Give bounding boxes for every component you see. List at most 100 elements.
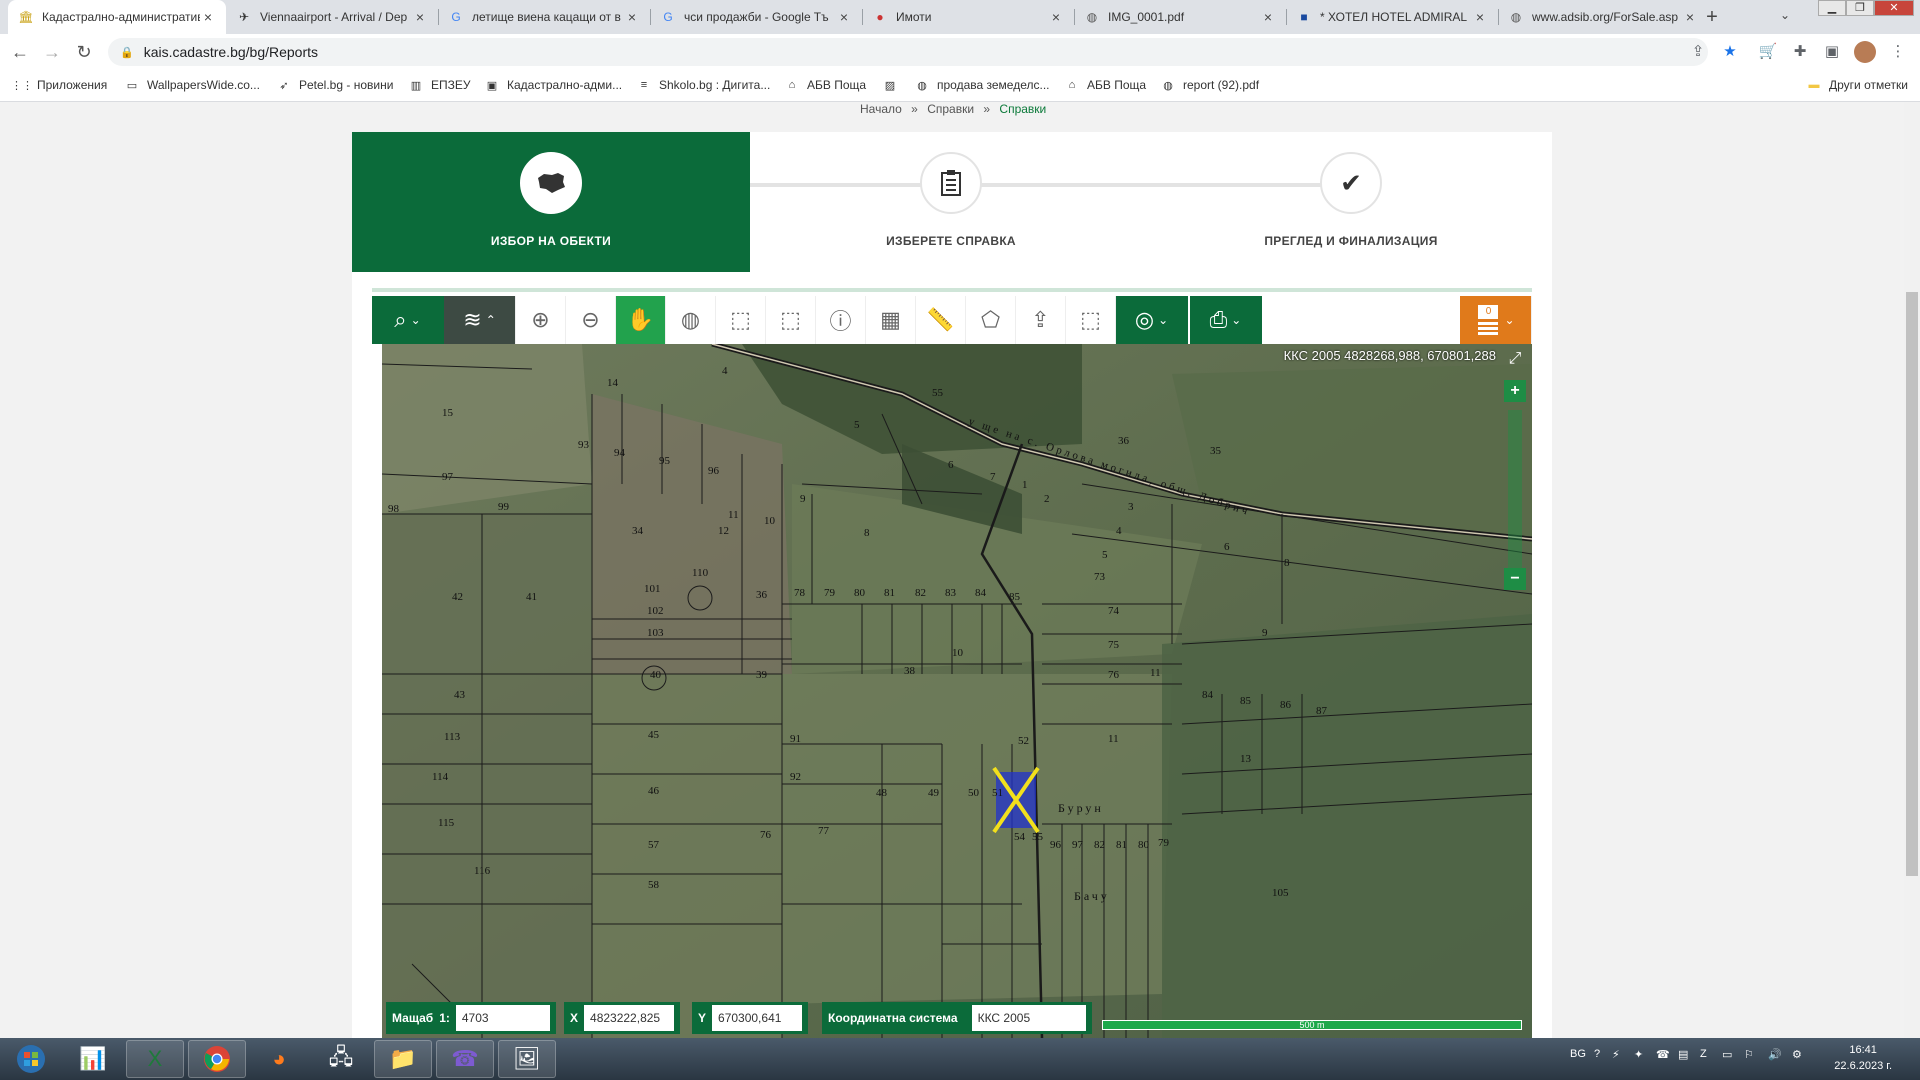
tab-close-icon[interactable]: × (412, 9, 428, 25)
tab-close-icon[interactable]: × (1682, 9, 1698, 25)
browser-tab[interactable]: ◍ www.adsib.org/ForSale.asp × (1498, 0, 1708, 34)
tab-close-icon[interactable]: × (1260, 9, 1276, 25)
excel-icon[interactable]: X (126, 1040, 184, 1078)
viber-icon[interactable]: ☎ (436, 1040, 494, 1078)
network-status-icon[interactable]: ⚐ (1744, 1048, 1754, 1061)
scrollbar-thumb[interactable] (1906, 292, 1918, 876)
photo-viewer-icon[interactable]: 🖼 (498, 1040, 556, 1078)
forward-button[interactable]: → (40, 40, 64, 64)
file-explorer-icon[interactable]: 📁 (374, 1040, 432, 1078)
tray-display-icon[interactable]: ▭ (1722, 1048, 1732, 1061)
info-tool[interactable]: ⓘ (816, 296, 866, 344)
browser-tab[interactable]: ■ * ХОТЕЛ HOTEL ADMIRAL × (1286, 0, 1498, 34)
firefox-icon[interactable]: ◕ (250, 1040, 308, 1078)
tab-close-icon[interactable]: × (200, 9, 216, 25)
tray-viber-icon[interactable]: ☎ (1656, 1048, 1670, 1061)
select-rectangle-tool[interactable]: ⬚ (716, 296, 766, 344)
map-canvas[interactable]: 15144555363593949596976712398 99911 10434 1… (382, 344, 1532, 1038)
bookmark-item[interactable]: ⋮⋮ Приложения (11, 77, 107, 93)
bookmark-item[interactable]: ▭ WallpapersWide.co... (124, 77, 260, 93)
bookmark-item[interactable]: ◍ report (92).pdf (1160, 77, 1259, 93)
back-button[interactable]: ← (8, 40, 32, 64)
parcel-table-tool[interactable]: ▦ (866, 296, 916, 344)
breadcrumb-reports[interactable]: Справки (927, 102, 974, 116)
step-label: ПРЕГЛЕД И ФИНАЛИЗАЦИЯ (1264, 234, 1438, 248)
select-area-tool[interactable]: ⬚ (1066, 296, 1116, 344)
close-window-button[interactable]: ✕ (1874, 0, 1914, 16)
bookmark-item[interactable]: ➶ Petel.bg - новини (276, 77, 393, 93)
cadastral-map[interactable]: 15 14 4 55 5 36 35 93 94 95 96 97 6 7 1 2 3 98 99 9 11 10 4 34 1… (382, 344, 1532, 1038)
share-icon[interactable]: ⇪ (1688, 42, 1708, 62)
layers-tool[interactable]: ≋ ⌃ (444, 296, 516, 344)
tray-usb-icon[interactable]: ⚡ (1612, 1048, 1620, 1061)
tray-app-icon[interactable]: ✦ (1634, 1048, 1643, 1061)
reload-button[interactable]: ↻ (72, 40, 96, 64)
other-bookmarks[interactable]: ▬ Други отметки (1806, 77, 1908, 93)
side-panel-icon[interactable]: ▣ (1822, 42, 1842, 62)
browser-tab[interactable]: 🏛 Кадастрално-административ × (8, 0, 226, 34)
checkmark-icon[interactable]: ✔ (1320, 152, 1382, 214)
address-bar[interactable]: 🔒 kais.cadastre.bg/bg/Reports (108, 38, 1708, 66)
start-button[interactable] (2, 1040, 60, 1078)
upload-tool[interactable]: ⇪ (1016, 296, 1066, 344)
extension-cart-icon[interactable]: 🛒 (1758, 42, 1778, 62)
measure-distance-tool[interactable]: 📏 (916, 296, 966, 344)
profile-avatar[interactable] (1854, 41, 1876, 63)
scale-input[interactable] (455, 1005, 550, 1031)
zoom-in-tool[interactable]: ⊕ (516, 296, 566, 344)
browser-tab[interactable]: Gлетище виена кацащи от в × (438, 0, 650, 34)
tray-app2-icon[interactable]: ▤ (1678, 1048, 1688, 1061)
browser-tab[interactable]: ● Имоти × (862, 0, 1074, 34)
deselect-rectangle-tool[interactable]: ⬚ (766, 296, 816, 344)
print-tool[interactable]: ⎙ ⌄ (1190, 296, 1262, 344)
search-tool[interactable]: ⌕ ⌄ (372, 296, 444, 344)
power-icon[interactable]: ⚙ (1792, 1048, 1802, 1061)
browser-tab[interactable]: Gчси продажби - Google Tъ × (650, 0, 862, 34)
breadcrumb-home[interactable]: Начало (860, 102, 902, 116)
maximize-button[interactable]: ❐ (1846, 0, 1874, 16)
y-coordinate-input[interactable] (712, 1005, 803, 1031)
bookmark-item[interactable]: ≡ Shkolo.bg : Дигита... (636, 77, 771, 93)
map-zoom-in-button[interactable]: + (1504, 380, 1526, 402)
step-select-objects[interactable]: ИЗБОР НА ОБЕКТИ (352, 132, 750, 272)
language-indicator[interactable]: BG (1570, 1048, 1586, 1060)
bookmark-item[interactable]: ⌂ АБВ Поща (1064, 77, 1146, 93)
selected-objects-button[interactable]: 0 ⌄ (1460, 296, 1532, 344)
browser-tab[interactable]: ✈ Viennaairport - Arrival / Dep × (226, 0, 438, 34)
crs-select[interactable] (971, 1005, 1086, 1031)
chrome-icon[interactable] (188, 1040, 246, 1078)
fullscreen-icon[interactable]: ⤢ (1504, 348, 1526, 370)
tab-close-icon[interactable]: × (624, 9, 640, 25)
bookmark-item[interactable]: ▥ ЕПЗЕУ (408, 77, 471, 93)
task-manager-icon[interactable]: 📊 (64, 1040, 122, 1078)
tab-search-chevron-icon[interactable]: ⌄ (1780, 8, 1790, 22)
extensions-puzzle-icon[interactable]: ✚ (1790, 42, 1810, 62)
bookmark-item[interactable]: ▨ (882, 77, 905, 93)
tab-close-icon[interactable]: × (1048, 9, 1064, 25)
minimize-button[interactable]: ▁ (1818, 0, 1846, 16)
zoom-out-tool[interactable]: ⊖ (566, 296, 616, 344)
menu-kebab-icon[interactable]: ⋮ (1888, 42, 1908, 62)
map-zoom-out-button[interactable]: − (1504, 568, 1526, 590)
parcel-number: 83 (945, 587, 957, 599)
bookmark-item[interactable]: ▣ Кадастрално-адми... (484, 77, 622, 93)
x-coordinate-input[interactable] (584, 1005, 675, 1031)
tray-excel-icon[interactable]: Z (1700, 1048, 1707, 1060)
new-tab-button[interactable]: + (1700, 5, 1724, 29)
bookmark-star-icon[interactable]: ★ (1720, 42, 1740, 62)
measure-area-tool[interactable]: ⬠ (966, 296, 1016, 344)
network-icon[interactable]: 🖧 (312, 1040, 370, 1078)
help-icon[interactable]: ? (1594, 1048, 1600, 1060)
zoom-slider-track[interactable] (1508, 410, 1522, 575)
tab-close-icon[interactable]: × (836, 9, 852, 25)
browser-tab[interactable]: ◍ IMG_0001.pdf × (1074, 0, 1286, 34)
location-layers-tool[interactable]: ◎ ⌄ (1116, 296, 1188, 344)
volume-icon[interactable]: 🔊 (1768, 1048, 1782, 1061)
pan-tool[interactable]: ✋ (616, 296, 666, 344)
system-clock[interactable]: 16:41 22.6.2023 г. (1834, 1042, 1892, 1074)
bookmark-item[interactable]: ◍ продава земеделс... (914, 77, 1049, 93)
full-extent-tool[interactable]: ◍ (666, 296, 716, 344)
tab-close-icon[interactable]: × (1472, 9, 1488, 25)
bookmark-item[interactable]: ⌂ АБВ Поща (784, 77, 866, 93)
clipboard-icon[interactable] (920, 152, 982, 214)
